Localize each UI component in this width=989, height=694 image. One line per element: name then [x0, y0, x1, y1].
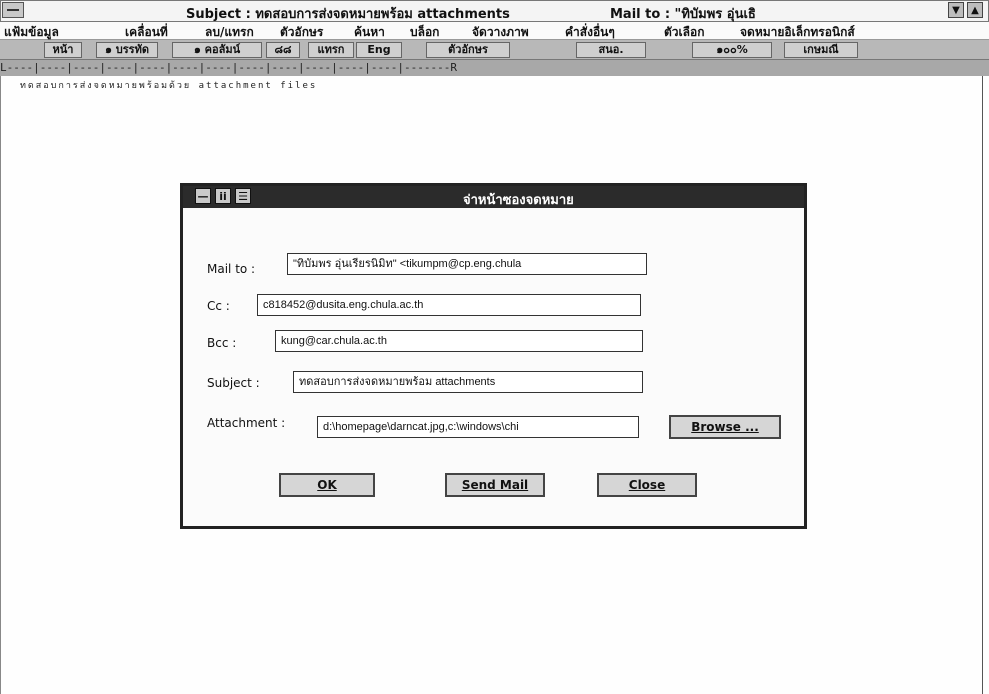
toolbar-font-button[interactable]: ตัวอักษร	[426, 42, 510, 58]
subject-label: Subject :	[207, 376, 260, 390]
toolbar-eng-button[interactable]: Eng	[356, 42, 402, 58]
dialog-minimize-icon[interactable]: —	[195, 188, 211, 204]
attachment-label: Attachment :	[207, 416, 286, 430]
attachment-field[interactable]: d:\homepage\darncat.jpg,c:\windows\chi	[317, 416, 639, 438]
window-title-mailto: Mail to : "ทิบัมพร อุ่นเธิ	[610, 7, 756, 22]
toolbar-line-button[interactable]: ๑ บรรทัด	[96, 42, 158, 58]
dialog-restore-icon[interactable]: ii	[215, 188, 231, 204]
mail-to-label: Mail to :	[207, 262, 256, 276]
envelope-dialog: — ii ☰ จ่าหน้าซองจดหมาย Mail to : "ทิบัม…	[180, 183, 807, 529]
toolbar: หน้า ๑ บรรทัด ๑ คอลัมน์ ๘๘ แทรก Eng ตัวอ…	[0, 40, 989, 60]
cc-label: Cc :	[207, 299, 230, 313]
window-title-subject: Subject : ทดสอบการส่งจดหมายพร้อม attachm…	[186, 7, 510, 22]
send-mail-button-label: Send Mail	[461, 478, 529, 492]
dialog-menu-icon[interactable]: ☰	[235, 188, 251, 204]
toolbar-number-button[interactable]: ๘๘	[266, 42, 300, 58]
mail-to-field[interactable]: "ทิบัมพร อุ่นเรียรนิมิท" <tikumpm@cp.eng…	[287, 253, 647, 275]
scroll-up-icon[interactable]: ▲	[967, 2, 983, 18]
vertical-scrollbar[interactable]	[982, 76, 989, 694]
dialog-title: จ่าหน้าซองจดหมาย	[463, 193, 574, 208]
subject-field[interactable]: ทดสอบการส่งจดหมายพร้อม attachments	[293, 371, 643, 393]
close-button-label: Close	[628, 478, 666, 492]
menu-bar: แฟ้มข้อมูล เคลื่อนที่ ลบ/แทรก ตัวอักษร ค…	[0, 22, 989, 40]
bcc-field[interactable]: kung@car.chula.ac.th	[275, 330, 643, 352]
toolbar-font-name[interactable]: เกษมณี	[784, 42, 858, 58]
browse-button[interactable]: Browse ...	[669, 415, 781, 439]
dialog-title-bar: — ii ☰ จ่าหน้าซองจดหมาย	[183, 186, 804, 208]
system-menu-icon[interactable]	[2, 2, 24, 18]
toolbar-column-button[interactable]: ๑ คอลัมน์	[172, 42, 262, 58]
ruler[interactable]: L----|----|----|----|----|----|----|----…	[0, 60, 989, 76]
document-left-border	[0, 76, 1, 694]
browse-button-label: Browse ...	[691, 420, 759, 434]
toolbar-zoom-button[interactable]: ๑๐๐%	[692, 42, 772, 58]
cc-field[interactable]: c818452@dusita.eng.chula.ac.th	[257, 294, 641, 316]
ok-button-label: OK	[317, 478, 337, 492]
close-button[interactable]: Close	[597, 473, 697, 497]
toolbar-page-button[interactable]: หน้า	[44, 42, 82, 58]
send-mail-button[interactable]: Send Mail	[445, 473, 545, 497]
toolbar-status-button[interactable]: สนอ.	[576, 42, 646, 58]
scroll-down-icon[interactable]: ▼	[948, 2, 964, 18]
ok-button[interactable]: OK	[279, 473, 375, 497]
document-text[interactable]: ทดสอบการส่งจดหมายพร้อมด้วย attachment fi…	[20, 78, 317, 92]
toolbar-insert-button[interactable]: แทรก	[308, 42, 354, 58]
bcc-label: Bcc :	[207, 336, 237, 350]
